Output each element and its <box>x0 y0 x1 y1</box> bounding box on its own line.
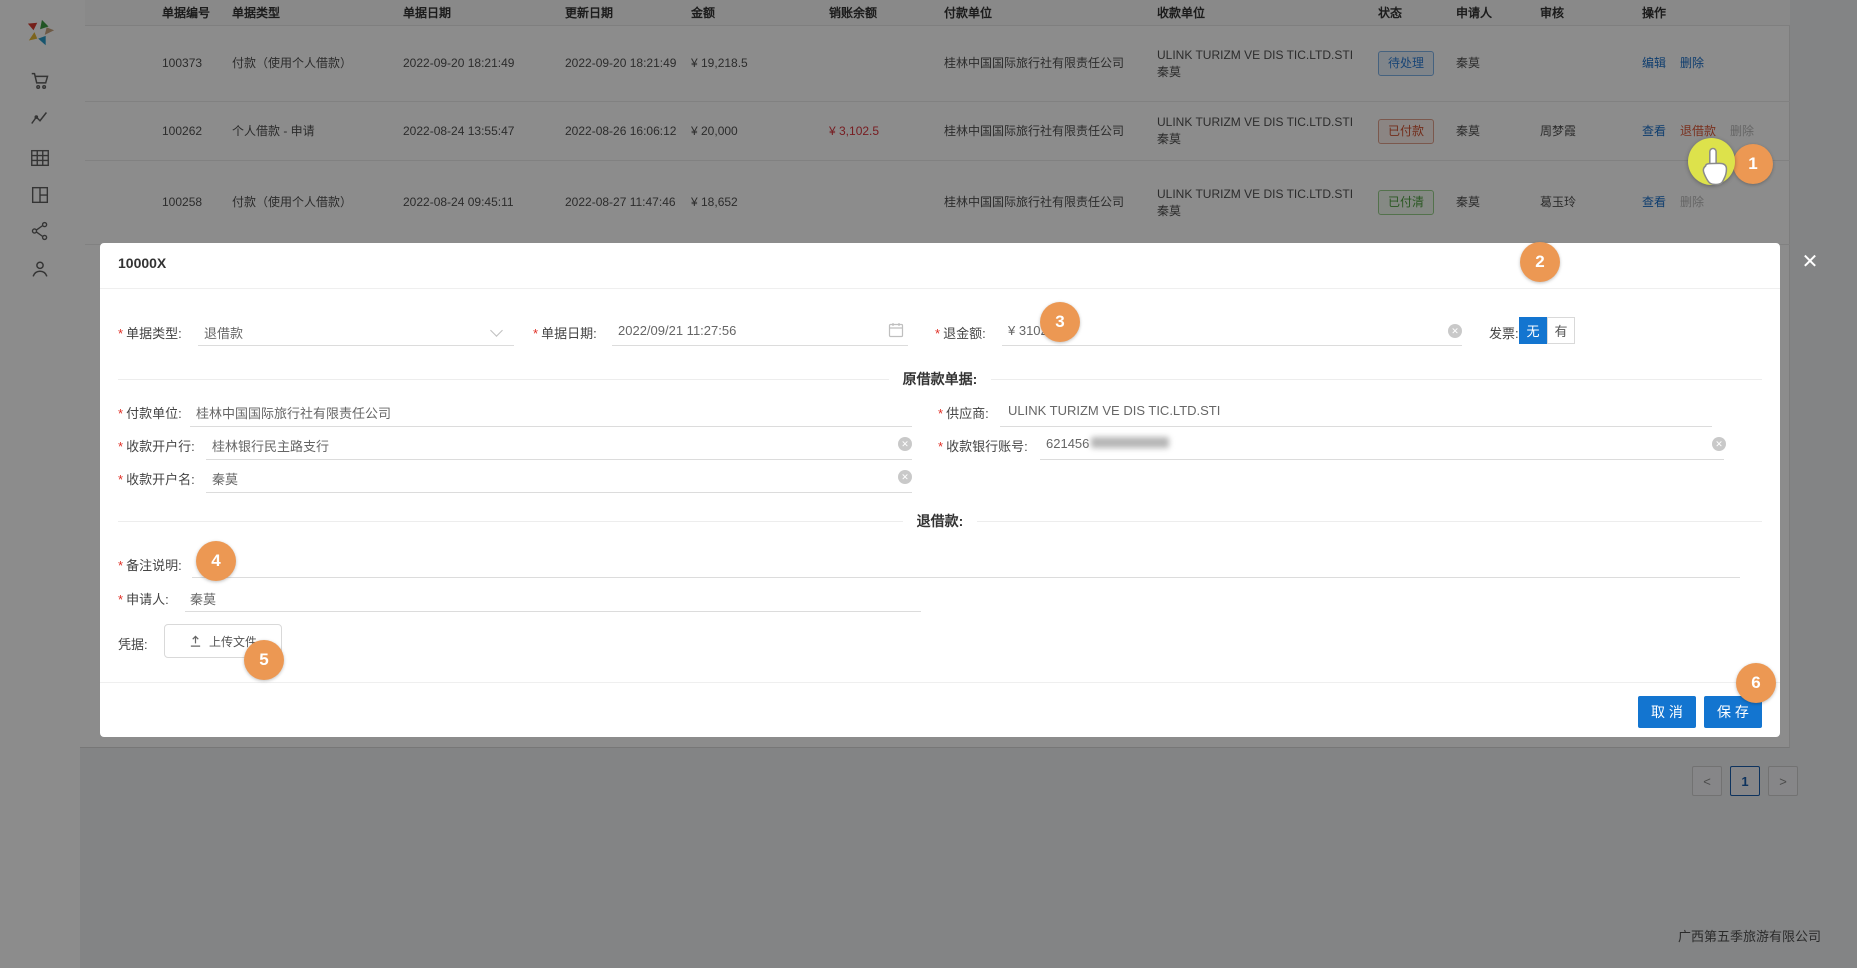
step-badge-3: 3 <box>1040 302 1080 342</box>
cancel-button[interactable]: 取 消 <box>1638 696 1696 728</box>
refund-amount-label: *退金额: <box>935 323 986 342</box>
hand-cursor-icon <box>1699 147 1729 189</box>
clear-field-icon[interactable]: ✕ <box>1712 437 1726 451</box>
clear-field-icon[interactable]: ✕ <box>1448 324 1462 338</box>
invoice-option-none[interactable]: 无 <box>1519 317 1547 344</box>
divider <box>100 288 1780 289</box>
required-mark: * <box>935 326 940 341</box>
field-underline <box>185 611 921 612</box>
required-mark: * <box>118 326 123 341</box>
account-name-label: *收款开户名: <box>118 469 195 488</box>
required-mark: * <box>118 472 123 487</box>
supplier-input[interactable]: ULINK TURIZM VE DIS TIC.LTD.STI <box>1008 403 1220 418</box>
required-mark: * <box>118 439 123 454</box>
doc-type-select[interactable]: 退借款 <box>204 323 243 342</box>
applicant-input[interactable]: 秦莫 <box>190 589 216 608</box>
payer-label: *付款单位: <box>118 403 182 422</box>
step-badge-5: 5 <box>244 640 284 680</box>
field-underline <box>190 426 912 427</box>
required-mark: * <box>938 406 943 421</box>
field-underline <box>206 492 912 493</box>
calendar-icon[interactable] <box>888 322 904 338</box>
divider <box>100 682 1780 683</box>
applicant-label: *申请人: <box>118 589 169 608</box>
clear-field-icon[interactable]: ✕ <box>898 470 912 484</box>
field-underline <box>1000 426 1712 427</box>
required-mark: * <box>533 326 538 341</box>
field-underline <box>612 345 908 346</box>
modal-title: 10000X <box>118 255 166 271</box>
section-original-loan: 原借款单据: <box>118 369 1762 389</box>
step-badge-4: 4 <box>196 541 236 581</box>
chevron-down-icon[interactable] <box>490 324 503 337</box>
upload-icon <box>189 635 202 648</box>
required-mark: * <box>938 439 943 454</box>
payer-input[interactable]: 桂林中国国际旅行社有限责任公司 <box>196 403 391 422</box>
required-mark: * <box>118 558 123 573</box>
close-icon[interactable]: ✕ <box>1798 250 1822 274</box>
step-badge-1: 1 <box>1733 144 1773 184</box>
step-badge-2: 2 <box>1520 242 1560 282</box>
bank-branch-label: *收款开户行: <box>118 436 195 455</box>
voucher-label: 凭据: <box>118 634 148 653</box>
remark-label: *备注说明: <box>118 555 182 574</box>
required-mark: * <box>118 406 123 421</box>
field-underline <box>198 345 514 346</box>
field-underline <box>206 459 912 460</box>
step-badge-6: 6 <box>1736 663 1776 703</box>
bank-account-label: *收款银行账号: <box>938 436 1028 455</box>
doc-date-label: *单据日期: <box>533 323 597 342</box>
field-underline <box>1002 345 1462 346</box>
field-underline <box>1040 459 1724 460</box>
supplier-label: *供应商: <box>938 403 989 422</box>
doc-type-label: *单据类型: <box>118 323 182 342</box>
clear-field-icon[interactable]: ✕ <box>898 437 912 451</box>
section-refund-loan: 退借款: <box>118 511 1762 531</box>
bank-account-input[interactable]: 621456 <box>1046 436 1169 451</box>
field-underline <box>192 577 1740 578</box>
masked-digits <box>1091 437 1169 448</box>
invoice-label: 发票: <box>1489 323 1519 342</box>
account-name-input[interactable]: 秦莫 <box>212 469 238 488</box>
bank-branch-input[interactable]: 桂林银行民主路支行 <box>212 436 329 455</box>
refund-loan-modal: 10000X *单据类型: 退借款 *单据日期: 2022/09/21 11:2… <box>100 243 1780 737</box>
required-mark: * <box>118 592 123 607</box>
doc-date-input[interactable]: 2022/09/21 11:27:56 <box>618 323 736 338</box>
invoice-option-yes[interactable]: 有 <box>1547 317 1575 344</box>
